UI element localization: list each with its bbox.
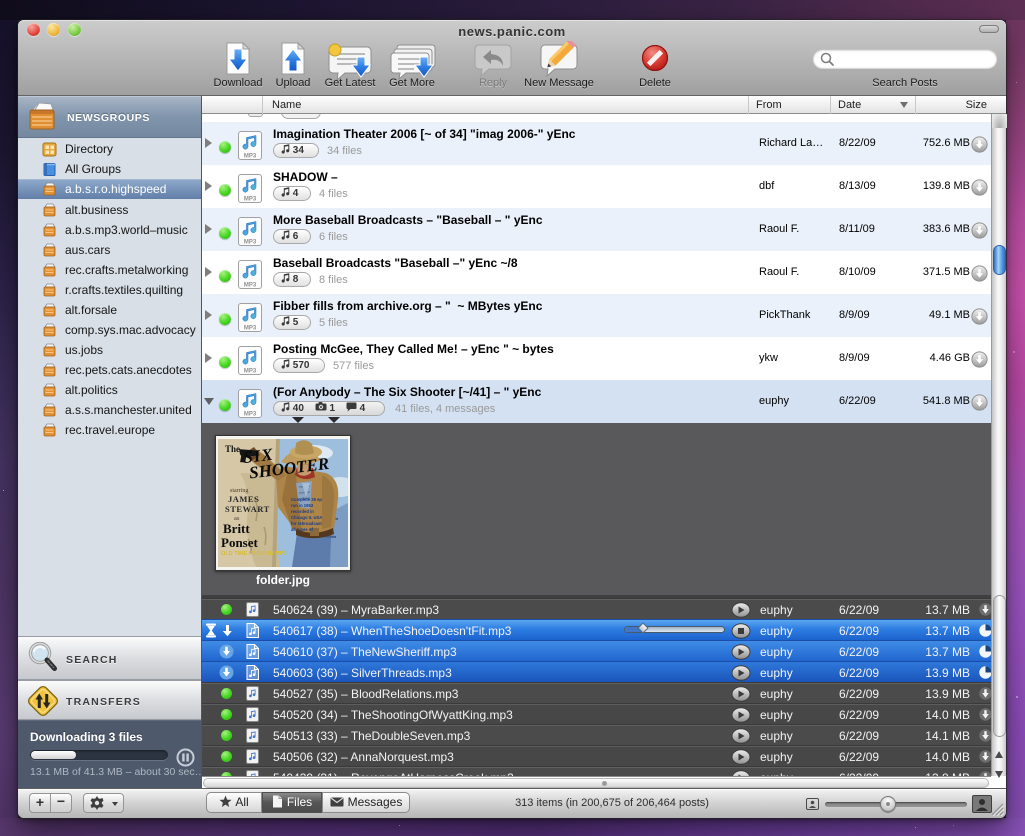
svg-text:MP3: MP3	[244, 326, 257, 332]
svg-text:MP3: MP3	[244, 369, 257, 375]
svg-text:recorded in: recorded in	[291, 509, 314, 514]
svg-text:MP3: MP3	[244, 283, 257, 289]
svg-text:MP3: MP3	[244, 154, 257, 160]
svg-text:STEWART: STEWART	[225, 504, 270, 514]
svg-text:OLD TIME RADIO IN MP3: OLD TIME RADIO IN MP3	[221, 551, 286, 557]
svg-text:Ponset: Ponset	[221, 535, 259, 550]
svg-text:Chicago IL USA: Chicago IL USA	[291, 515, 322, 520]
svg-text:MP3: MP3	[244, 240, 257, 246]
svg-text:Complete 39 ep: Complete 39 ep	[291, 497, 322, 502]
svg-text:JAMES: JAMES	[228, 494, 259, 504]
svg-text:for rebroadcast: for rebroadcast	[291, 521, 322, 526]
svg-text:Britt: Britt	[223, 521, 250, 536]
svg-text:The: The	[225, 444, 240, 454]
svg-text:MP3: MP3	[244, 412, 257, 418]
svg-text:run in 1953: run in 1953	[291, 503, 314, 508]
svg-text:all types of: all types of	[291, 527, 313, 532]
svg-text:MP3: MP3	[244, 197, 257, 203]
